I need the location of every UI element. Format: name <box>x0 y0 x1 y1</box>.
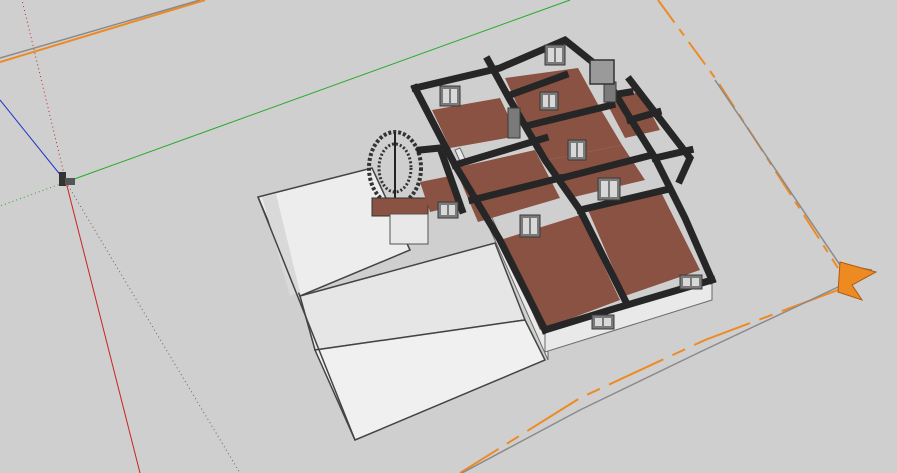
blue-axis <box>0 99 67 183</box>
figure-icon <box>59 172 75 186</box>
stair-block <box>589 59 615 85</box>
section-plane-outline-gray <box>0 0 201 59</box>
section-plane-outline-top <box>0 0 206 63</box>
3d-scene[interactable] <box>0 0 897 473</box>
blue-axis-dotted <box>65 181 241 473</box>
section-plane-outline-right-gray <box>714 79 873 271</box>
section-plane-outline-right <box>657 0 839 269</box>
green-axis-dotted <box>0 181 67 207</box>
section-plane-arrow-icon[interactable] <box>837 261 878 301</box>
model-viewport[interactable] <box>0 0 897 473</box>
red-axis <box>65 181 141 473</box>
